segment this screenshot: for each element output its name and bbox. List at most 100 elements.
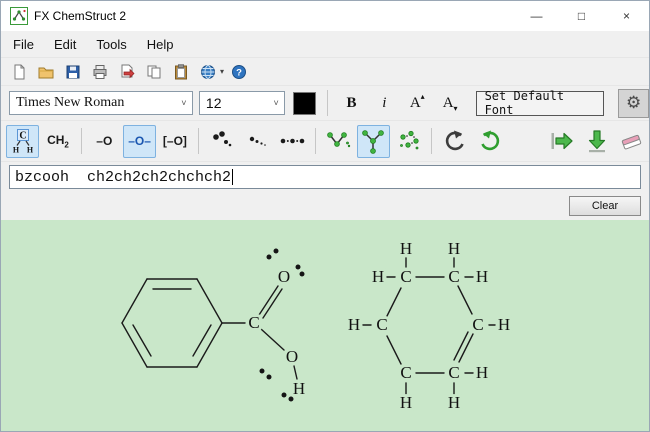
- skeletal-dotted-icon: [396, 128, 422, 154]
- skeletal-angle-button[interactable]: [322, 125, 355, 158]
- atom-label: C: [248, 313, 259, 332]
- bond-line: [459, 334, 473, 362]
- bond-line: [122, 279, 147, 323]
- italic-button[interactable]: i: [371, 89, 398, 117]
- erase-button[interactable]: [616, 125, 649, 158]
- oxygen-style-linked-button[interactable]: –O–: [123, 125, 156, 158]
- condensed-formula-button[interactable]: CH2: [41, 125, 74, 158]
- atom-label: C: [448, 363, 459, 382]
- atom-label: C: [400, 363, 411, 382]
- bond-line: [387, 288, 401, 316]
- open-folder-icon: [38, 64, 54, 80]
- app-window: FX ChemStruct 2 — □ × File Edit Tools He…: [0, 0, 650, 432]
- bond-line: [261, 329, 284, 350]
- atom-label: H: [293, 379, 305, 398]
- new-document-button[interactable]: [7, 60, 31, 84]
- atom-label: H: [476, 363, 488, 382]
- font-size-combobox[interactable]: 12 ˅: [199, 91, 285, 115]
- superscript-label: A: [410, 95, 421, 112]
- skeletal-branch-button[interactable]: [357, 125, 390, 158]
- font-family-combobox[interactable]: Times New Roman ˅: [9, 91, 193, 115]
- window-controls: — □ ×: [514, 1, 649, 31]
- toolbar-separator: [327, 90, 328, 116]
- save-button[interactable]: [61, 60, 85, 84]
- copy-image-icon: [119, 64, 135, 80]
- electron-dots-icon: [244, 128, 270, 154]
- svg-text:H: H: [13, 146, 20, 155]
- print-icon: [92, 64, 108, 80]
- settings-button[interactable]: ⚙: [618, 89, 649, 118]
- superscript-button[interactable]: A▴: [404, 89, 431, 117]
- electron-dot: [260, 369, 265, 374]
- electron-dots-icon: [208, 128, 234, 154]
- subscript-mark-icon: ▾: [454, 105, 458, 113]
- skeletal-dotted-button[interactable]: [392, 125, 425, 158]
- electron-dots-style-3-button[interactable]: [275, 125, 308, 158]
- eraser-icon: [619, 128, 645, 154]
- atom-label: C: [448, 267, 459, 286]
- chevron-down-icon[interactable]: ˅: [268, 98, 284, 108]
- electron-dots-style-2-button[interactable]: [240, 125, 273, 158]
- copy-button[interactable]: [142, 60, 166, 84]
- paste-button[interactable]: [169, 60, 193, 84]
- print-button[interactable]: [88, 60, 112, 84]
- subscript-button[interactable]: A▾: [437, 89, 464, 117]
- svg-text:?: ?: [236, 67, 242, 78]
- menu-tools[interactable]: Tools: [86, 33, 136, 56]
- oxygen-style-plain-button[interactable]: –O: [88, 125, 121, 158]
- electron-dot: [267, 375, 272, 380]
- atom-label: H: [448, 239, 460, 258]
- electron-dots-style-1-button[interactable]: [205, 125, 238, 158]
- atom-label: O: [278, 267, 290, 286]
- rotate-right-button[interactable]: [474, 125, 507, 158]
- menu-bar: File Edit Tools Help: [1, 31, 649, 57]
- help-button[interactable]: ?: [227, 60, 251, 84]
- clear-button[interactable]: Clear: [569, 196, 641, 216]
- skeletal-angle-icon: [325, 128, 351, 154]
- insert-down-button[interactable]: [580, 125, 613, 158]
- font-toolbar: Times New Roman ˅ 12 ˅ B i A▴ A▾ Set Def…: [1, 85, 649, 120]
- bond-line: [387, 336, 401, 364]
- bond-line: [197, 323, 222, 367]
- maximize-button[interactable]: □: [559, 1, 604, 31]
- menu-edit[interactable]: Edit: [44, 33, 86, 56]
- text-caret: [232, 169, 233, 185]
- minimize-button[interactable]: —: [514, 1, 559, 31]
- atom-label: H: [400, 239, 412, 258]
- copy-image-button[interactable]: [115, 60, 139, 84]
- chevron-down-icon[interactable]: ˅: [176, 98, 192, 108]
- web-resources-button[interactable]: [196, 60, 220, 84]
- formula-input-text: bzcooh ch2ch2ch2chchch2: [15, 169, 231, 186]
- set-default-font-button[interactable]: Set Default Font: [476, 91, 605, 116]
- bond-line: [458, 286, 472, 314]
- atom-label: H: [372, 267, 384, 286]
- bold-button[interactable]: B: [338, 89, 365, 117]
- formula-input[interactable]: bzcooh ch2ch2ch2chchch2: [9, 165, 641, 189]
- rotate-left-button[interactable]: [438, 125, 471, 158]
- clear-row: Clear: [1, 192, 649, 220]
- paste-clipboard-icon: [173, 64, 189, 80]
- structure-canvas[interactable]: COOHCCCCCCHHHHHHHHH: [1, 220, 650, 432]
- rotate-left-icon: [442, 128, 468, 154]
- electron-dot: [282, 393, 287, 398]
- menu-file[interactable]: File: [3, 33, 44, 56]
- atom-label: H: [448, 393, 460, 412]
- oxygen-style-bracket-button[interactable]: [–O]: [158, 125, 191, 158]
- chemistry-toolbar: C H H CH2 –O –O– [–O]: [1, 120, 649, 161]
- font-color-button[interactable]: [291, 90, 317, 117]
- menu-help[interactable]: Help: [137, 33, 184, 56]
- molecule-benzoic-acid-bzcooh: COOH: [122, 249, 305, 402]
- open-button[interactable]: [34, 60, 58, 84]
- toolbar-separator: [198, 128, 199, 154]
- atom-label: C: [472, 315, 483, 334]
- font-size-value: 12: [200, 95, 228, 111]
- window-title: FX ChemStruct 2: [34, 9, 126, 23]
- bond-line: [454, 332, 468, 360]
- green-arrow-right-icon: [549, 128, 575, 154]
- save-floppy-icon: [65, 64, 81, 80]
- close-button[interactable]: ×: [604, 1, 649, 31]
- web-dropdown-arrow[interactable]: ▾: [220, 67, 224, 76]
- toolbar-separator: [431, 128, 432, 154]
- structural-formula-button[interactable]: C H H: [6, 125, 39, 158]
- export-right-button[interactable]: [545, 125, 578, 158]
